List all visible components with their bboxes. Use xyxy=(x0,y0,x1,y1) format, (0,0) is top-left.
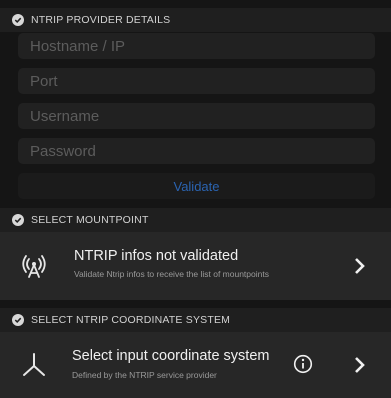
port-field[interactable] xyxy=(18,68,375,94)
coordinate-section-title: SELECT NTRIP COORDINATE SYSTEM xyxy=(31,314,231,326)
antenna-icon xyxy=(22,255,46,278)
mountpoint-card[interactable]: NTRIP infos not validated Validate Ntrip… xyxy=(0,232,391,300)
mountpoint-status-subtitle: Validate Ntrip infos to receive the list… xyxy=(74,269,269,279)
coordinate-system-subtitle: Defined by the NTRIP service provider xyxy=(72,370,217,380)
check-circle-icon xyxy=(12,314,24,326)
mountpoint-section-title: SELECT MOUNTPOINT xyxy=(31,214,149,226)
coordinate-section-header: SELECT NTRIP COORDINATE SYSTEM xyxy=(0,308,391,332)
mountpoint-section-header: SELECT MOUNTPOINT xyxy=(0,208,391,232)
info-icon[interactable] xyxy=(293,354,313,374)
password-input[interactable] xyxy=(30,142,375,160)
mountpoint-status-title: NTRIP infos not validated xyxy=(74,248,239,264)
provider-section-title: NTRIP PROVIDER DETAILS xyxy=(31,14,171,26)
coordinate-system-title: Select input coordinate system xyxy=(72,348,270,364)
check-circle-icon xyxy=(12,14,24,26)
check-circle-icon xyxy=(12,214,24,226)
password-field[interactable] xyxy=(18,138,375,164)
validate-button[interactable]: Validate xyxy=(18,173,375,199)
provider-section-header: NTRIP PROVIDER DETAILS xyxy=(0,8,391,32)
port-input[interactable] xyxy=(30,72,375,90)
chevron-right-icon[interactable] xyxy=(353,355,367,375)
hostname-input[interactable] xyxy=(30,37,375,55)
coordinate-axes-icon xyxy=(23,353,45,376)
chevron-right-icon[interactable] xyxy=(353,256,367,276)
coordinate-system-card[interactable]: Select input coordinate system Defined b… xyxy=(0,332,391,398)
hostname-field[interactable] xyxy=(18,33,375,59)
username-input[interactable] xyxy=(30,107,375,125)
username-field[interactable] xyxy=(18,103,375,129)
